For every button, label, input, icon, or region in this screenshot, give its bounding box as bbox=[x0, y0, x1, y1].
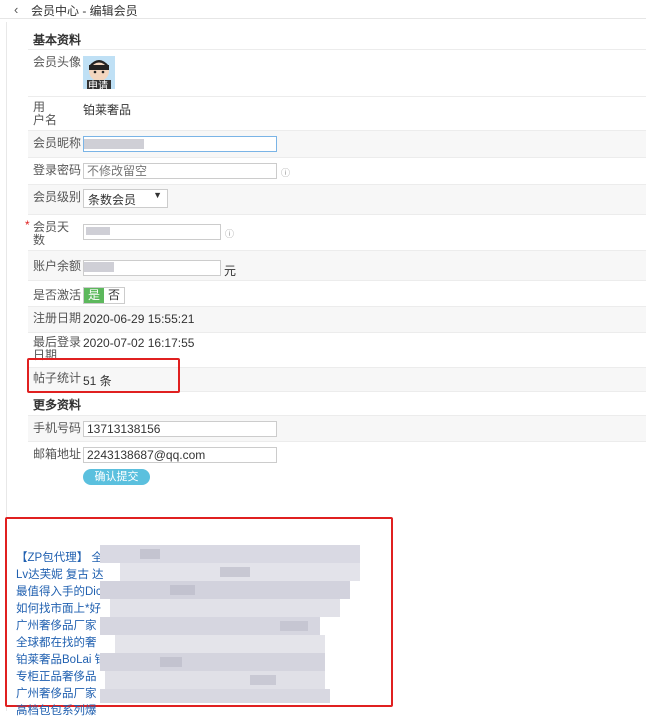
nickname-label: 会员昵称 bbox=[33, 136, 82, 150]
email-row: 邮箱地址 bbox=[28, 441, 646, 468]
related-link[interactable]: Lv达芙妮 复古 达 bbox=[16, 566, 104, 582]
active-label: 是否激活 bbox=[33, 288, 82, 302]
more-section-row: 更多资料 bbox=[28, 391, 646, 416]
password-row: 登录密码 ⓘ bbox=[28, 157, 646, 185]
related-link[interactable]: 【ZP包代理】 全 bbox=[16, 549, 103, 565]
avatar-row: 会员头像 申请 bbox=[28, 49, 646, 97]
active-yes[interactable]: 是 bbox=[84, 288, 105, 303]
related-link[interactable]: 广州奢侈品厂家 bbox=[16, 617, 97, 633]
related-link[interactable]: 高档包包系列爆 bbox=[16, 702, 97, 718]
page-title: 会员中心 - 编辑会员 bbox=[31, 4, 138, 18]
phone-input[interactable] bbox=[83, 421, 277, 437]
days-label: 会员天数 bbox=[33, 220, 70, 247]
level-row: 会员级别 条数会员 ▼ bbox=[28, 184, 646, 215]
posts-highlight-box bbox=[27, 358, 180, 393]
related-link[interactable]: 如何找市面上*好 bbox=[16, 600, 101, 616]
phone-label: 手机号码 bbox=[33, 421, 82, 435]
register-label: 注册日期 bbox=[33, 311, 82, 325]
lastlogin-value: 2020-07-02 16:17:55 bbox=[83, 336, 195, 350]
level-label: 会员级别 bbox=[33, 190, 82, 204]
caret-down-icon: ▼ bbox=[153, 190, 162, 200]
phone-row: 手机号码 bbox=[28, 415, 646, 442]
password-input[interactable] bbox=[83, 163, 277, 179]
avatar-caption: 申请 bbox=[88, 81, 108, 89]
days-row: * 会员天数 ⓘ bbox=[25, 214, 646, 251]
nickname-redaction bbox=[84, 139, 144, 149]
chevron-left-icon[interactable]: ‹ bbox=[14, 2, 18, 17]
email-label: 邮箱地址 bbox=[33, 447, 82, 461]
nickname-row: 会员昵称 bbox=[28, 130, 646, 158]
related-link[interactable]: 专柜正品奢侈品 bbox=[16, 668, 97, 684]
link-redaction-mosaic bbox=[100, 545, 370, 705]
username-value: 铂莱奢品 bbox=[83, 103, 132, 117]
active-no[interactable]: 否 bbox=[104, 288, 125, 303]
active-row: 是否激活 是 否 bbox=[28, 280, 646, 307]
balance-redaction bbox=[84, 262, 114, 272]
level-select[interactable]: 条数会员 ▼ bbox=[83, 189, 168, 208]
related-link[interactable]: 铂莱奢品BoLai 铂 bbox=[16, 651, 106, 667]
avatar[interactable]: 申请 bbox=[83, 56, 115, 89]
email-input[interactable] bbox=[83, 447, 277, 463]
section-title-basic: 基本资料 bbox=[33, 33, 82, 47]
related-link[interactable]: 广州奢侈品厂家 bbox=[16, 685, 97, 701]
confirm-submit-button[interactable]: 确认提交 bbox=[83, 469, 150, 485]
section-title-more: 更多资料 bbox=[33, 398, 82, 412]
balance-unit: 元 bbox=[224, 264, 237, 278]
balance-row: 账户余额 元 bbox=[28, 250, 646, 281]
question-icon: ⓘ bbox=[281, 168, 291, 178]
register-value: 2020-06-29 15:55:21 bbox=[83, 312, 195, 326]
header-bar: ‹ 会员中心 - 编辑会员 bbox=[0, 0, 646, 19]
balance-label: 账户余额 bbox=[33, 259, 82, 273]
days-redaction bbox=[86, 227, 110, 235]
active-toggle[interactable]: 是 否 bbox=[83, 287, 126, 304]
username-label: 用 户名 bbox=[33, 100, 58, 127]
password-label: 登录密码 bbox=[33, 163, 82, 177]
required-mark: * bbox=[25, 218, 30, 232]
avatar-label: 会员头像 bbox=[33, 55, 82, 69]
username-row: 用 户名 铂莱奢品 bbox=[28, 96, 646, 131]
related-link[interactable]: 全球都在找的奢 bbox=[16, 634, 97, 650]
question-icon: ⓘ bbox=[225, 229, 235, 239]
register-row: 注册日期 2020-06-29 15:55:21 bbox=[28, 306, 646, 333]
level-select-value: 条数会员 bbox=[88, 193, 137, 207]
related-link[interactable]: 最值得入手的Dic bbox=[16, 583, 102, 599]
